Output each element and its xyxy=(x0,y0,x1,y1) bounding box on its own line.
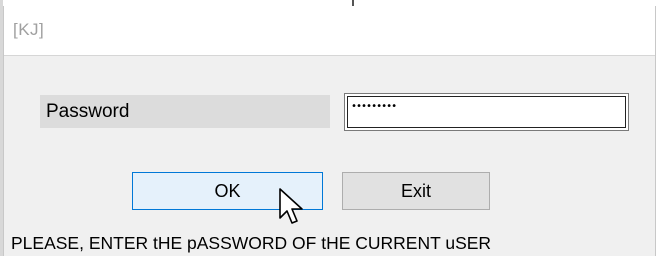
password-label-box: Password xyxy=(40,95,330,128)
password-label: Password xyxy=(46,101,130,122)
screen: [KJ] Password ••••••••• OK Exit PLEASE, … xyxy=(0,0,662,256)
exit-button[interactable]: Exit xyxy=(342,172,490,210)
password-masked-value: ••••••••• xyxy=(351,101,397,112)
password-field[interactable]: ••••••••• xyxy=(344,93,629,131)
window-title: [KJ] xyxy=(13,20,45,39)
login-dialog: [KJ] Password ••••••••• OK Exit PLEASE, … xyxy=(3,6,656,256)
background-strip xyxy=(656,0,662,256)
mouse-pointer-icon xyxy=(279,188,303,224)
status-message: PLEASE, ENTER tHE pASSWORD OF tHE CURREN… xyxy=(11,233,492,253)
title-bar[interactable]: [KJ] xyxy=(4,6,655,56)
